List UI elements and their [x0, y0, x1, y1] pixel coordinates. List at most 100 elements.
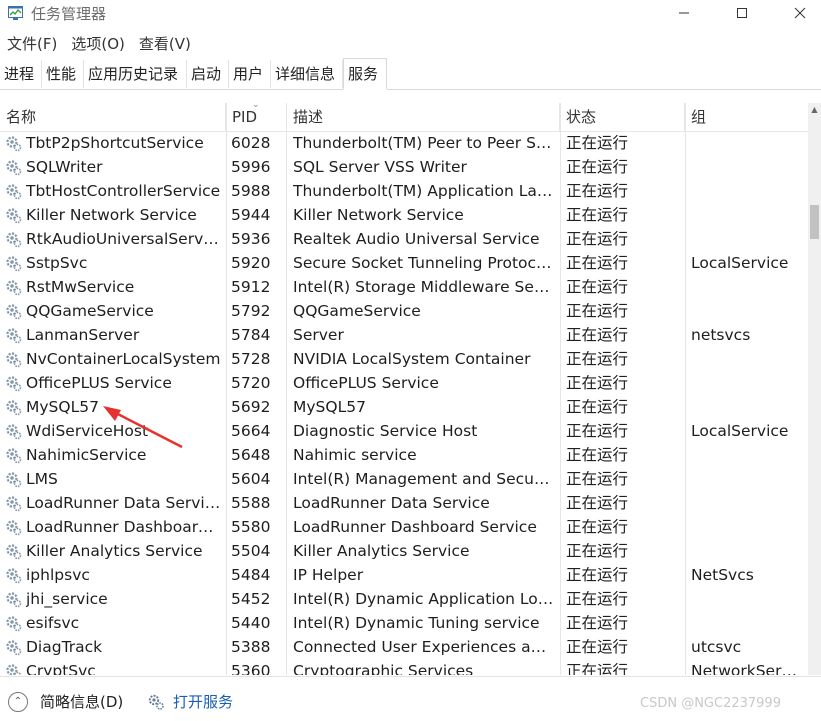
- table-row[interactable]: esifsvc 5440 Intel(R) Dynamic Tuning servi…: [0, 611, 808, 635]
- tab-users[interactable]: 用户: [229, 60, 271, 88]
- table-row[interactable]: jhi_service 5452 Intel(R) Dynamic Applicat…: [0, 587, 808, 611]
- service-name: NahimicService: [26, 446, 147, 464]
- table-row[interactable]: RtkAudioUniversalService 5936 Realtek Audi…: [0, 227, 808, 251]
- service-group: netsvcs: [691, 326, 751, 344]
- tab-performance[interactable]: 性能: [42, 60, 84, 88]
- service-pid: 5360: [231, 662, 271, 675]
- service-group: NetSvcs: [691, 566, 754, 584]
- fewer-details-button[interactable]: ⌃ 简略信息(D): [8, 691, 123, 712]
- service-status: 正在运行: [566, 614, 629, 632]
- service-pid: 5580: [231, 518, 271, 536]
- service-group: [691, 539, 801, 563]
- service-name: SQLWriter: [26, 158, 103, 176]
- tab-startup[interactable]: 启动: [187, 60, 229, 88]
- table-row[interactable]: LoadRunner Dashboard ... 5580 LoadRunner D…: [0, 515, 808, 539]
- service-status: 正在运行: [566, 566, 629, 584]
- table-row[interactable]: iphlpsvc 5484 IP Helper 正在运行 NetSvcs: [0, 563, 808, 587]
- open-services-link[interactable]: 打开服务: [147, 691, 233, 712]
- service-gear-icon: [6, 520, 22, 536]
- table-row[interactable]: LoadRunner Data Service 5588 LoadRunner Da…: [0, 491, 808, 515]
- service-gear-icon: [6, 664, 22, 675]
- table-row[interactable]: OfficePLUS Service 5720 OfficePLUS Service…: [0, 371, 808, 395]
- service-name: RstMwService: [26, 278, 135, 296]
- service-status: 正在运行: [566, 206, 629, 224]
- watermark-text: CSDN @NGC2237999: [640, 696, 781, 711]
- scrollbar-thumb[interactable]: [810, 205, 819, 239]
- service-name: Killer Network Service: [26, 206, 197, 224]
- service-name: WdiServiceHost: [26, 422, 149, 440]
- table-row[interactable]: DiagTrack 5388 Connected User Experiences …: [0, 635, 808, 659]
- close-button[interactable]: [777, 0, 821, 26]
- vertical-scrollbar[interactable]: ▲: [808, 103, 821, 675]
- table-row[interactable]: Killer Analytics Service 5504 Killer Analy…: [0, 539, 808, 563]
- task-manager-icon: [8, 6, 23, 20]
- service-status: 正在运行: [566, 302, 629, 320]
- column-header-group[interactable]: 组: [685, 103, 808, 131]
- service-description: QQGameService: [293, 302, 421, 320]
- sort-descending-icon: ⌄: [252, 100, 260, 110]
- open-services-label: 打开服务: [173, 693, 234, 711]
- service-name: iphlpsvc: [26, 566, 90, 584]
- service-gear-icon: [6, 424, 22, 440]
- maximize-button[interactable]: [719, 0, 765, 26]
- table-row[interactable]: SstpSvc 5920 Secure Socket Tunneling Proto…: [0, 251, 808, 275]
- table-row[interactable]: SQLWriter 5996 SQL Server VSS Writer 正在运行: [0, 155, 808, 179]
- service-description: OfficePLUS Service: [293, 374, 439, 392]
- service-description: Server: [293, 326, 344, 344]
- service-group: [691, 515, 801, 539]
- tab-app-history[interactable]: 应用历史记录: [84, 60, 187, 88]
- table-row[interactable]: RstMwService 5912 Intel(R) Storage Middlew…: [0, 275, 808, 299]
- fewer-details-label: 简略信息(D): [40, 693, 124, 711]
- tab-services[interactable]: 服务: [343, 58, 387, 90]
- service-pid: 5440: [231, 614, 271, 632]
- service-name: CryptSvc: [26, 662, 96, 675]
- service-group: LocalService: [691, 254, 789, 272]
- column-header-row: 名称 PID 描述 状态 组: [0, 103, 808, 132]
- column-header-status[interactable]: 状态: [560, 103, 685, 131]
- service-name: NvContainerLocalSystem: [26, 350, 221, 368]
- minimize-button[interactable]: [661, 0, 707, 26]
- tab-processes[interactable]: 进程: [0, 60, 42, 88]
- service-status: 正在运行: [566, 542, 629, 560]
- service-pid: 5664: [231, 422, 271, 440]
- service-status: 正在运行: [566, 638, 629, 656]
- tab-details[interactable]: 详细信息: [271, 60, 343, 88]
- service-status: 正在运行: [566, 518, 629, 536]
- service-status: 正在运行: [566, 398, 629, 416]
- table-row[interactable]: Killer Network Service 5944 Killer Network…: [0, 203, 808, 227]
- table-row[interactable]: QQGameService 5792 QQGameService 正在运行: [0, 299, 808, 323]
- services-gear-icon: [148, 694, 164, 710]
- service-status: 正在运行: [566, 494, 629, 512]
- scroll-up-arrow-icon[interactable]: ▲: [808, 103, 821, 117]
- menu-view[interactable]: 查看(V): [132, 33, 198, 55]
- table-row[interactable]: NahimicService 5648 Nahimic service 正在运行: [0, 443, 808, 467]
- chevron-up-icon: ⌃: [8, 691, 28, 712]
- tab-bar: 进程 性能 应用历史记录 启动 用户 详细信息 服务: [0, 58, 821, 90]
- table-row[interactable]: CryptSvc 5360 Cryptographic Services 正在运行 Ne…: [0, 659, 808, 675]
- service-group: [691, 491, 801, 515]
- column-header-name[interactable]: 名称: [0, 103, 226, 131]
- table-row[interactable]: NvContainerLocalSystem 5728 NVIDIA LocalSy…: [0, 347, 808, 371]
- service-gear-icon: [6, 400, 22, 416]
- service-group: [691, 275, 801, 299]
- menu-file[interactable]: 文件(F): [0, 33, 64, 55]
- service-description: MySQL57: [293, 398, 366, 416]
- service-status: 正在运行: [566, 158, 629, 176]
- service-status: 正在运行: [566, 134, 629, 152]
- service-description: Intel(R) Dynamic Application Load...: [293, 590, 555, 608]
- service-gear-icon: [6, 208, 22, 224]
- table-row[interactable]: LMS 5604 Intel(R) Management and Security.…: [0, 467, 808, 491]
- table-row[interactable]: WdiServiceHost 5664 Diagnostic Service Hos…: [0, 419, 808, 443]
- column-header-description[interactable]: 描述: [287, 103, 560, 131]
- service-group: NetworkServi...: [691, 662, 801, 675]
- menu-bar: 文件(F) 选项(O) 查看(V): [0, 33, 198, 55]
- service-pid: 5988: [231, 182, 271, 200]
- menu-options[interactable]: 选项(O): [64, 33, 132, 55]
- title-bar[interactable]: 任务管理器: [0, 0, 821, 26]
- service-gear-icon: [6, 184, 22, 200]
- table-row[interactable]: TbtHostControllerService 5988 Thunderbolt(…: [0, 179, 808, 203]
- table-row[interactable]: LanmanServer 5784 Server 正在运行 netsvcs: [0, 323, 808, 347]
- table-row[interactable]: MySQL57 5692 MySQL57 正在运行: [0, 395, 808, 419]
- table-row[interactable]: TbtP2pShortcutService 6028 Thunderbolt(TM)…: [0, 131, 808, 155]
- service-name: LoadRunner Dashboard ...: [26, 518, 222, 536]
